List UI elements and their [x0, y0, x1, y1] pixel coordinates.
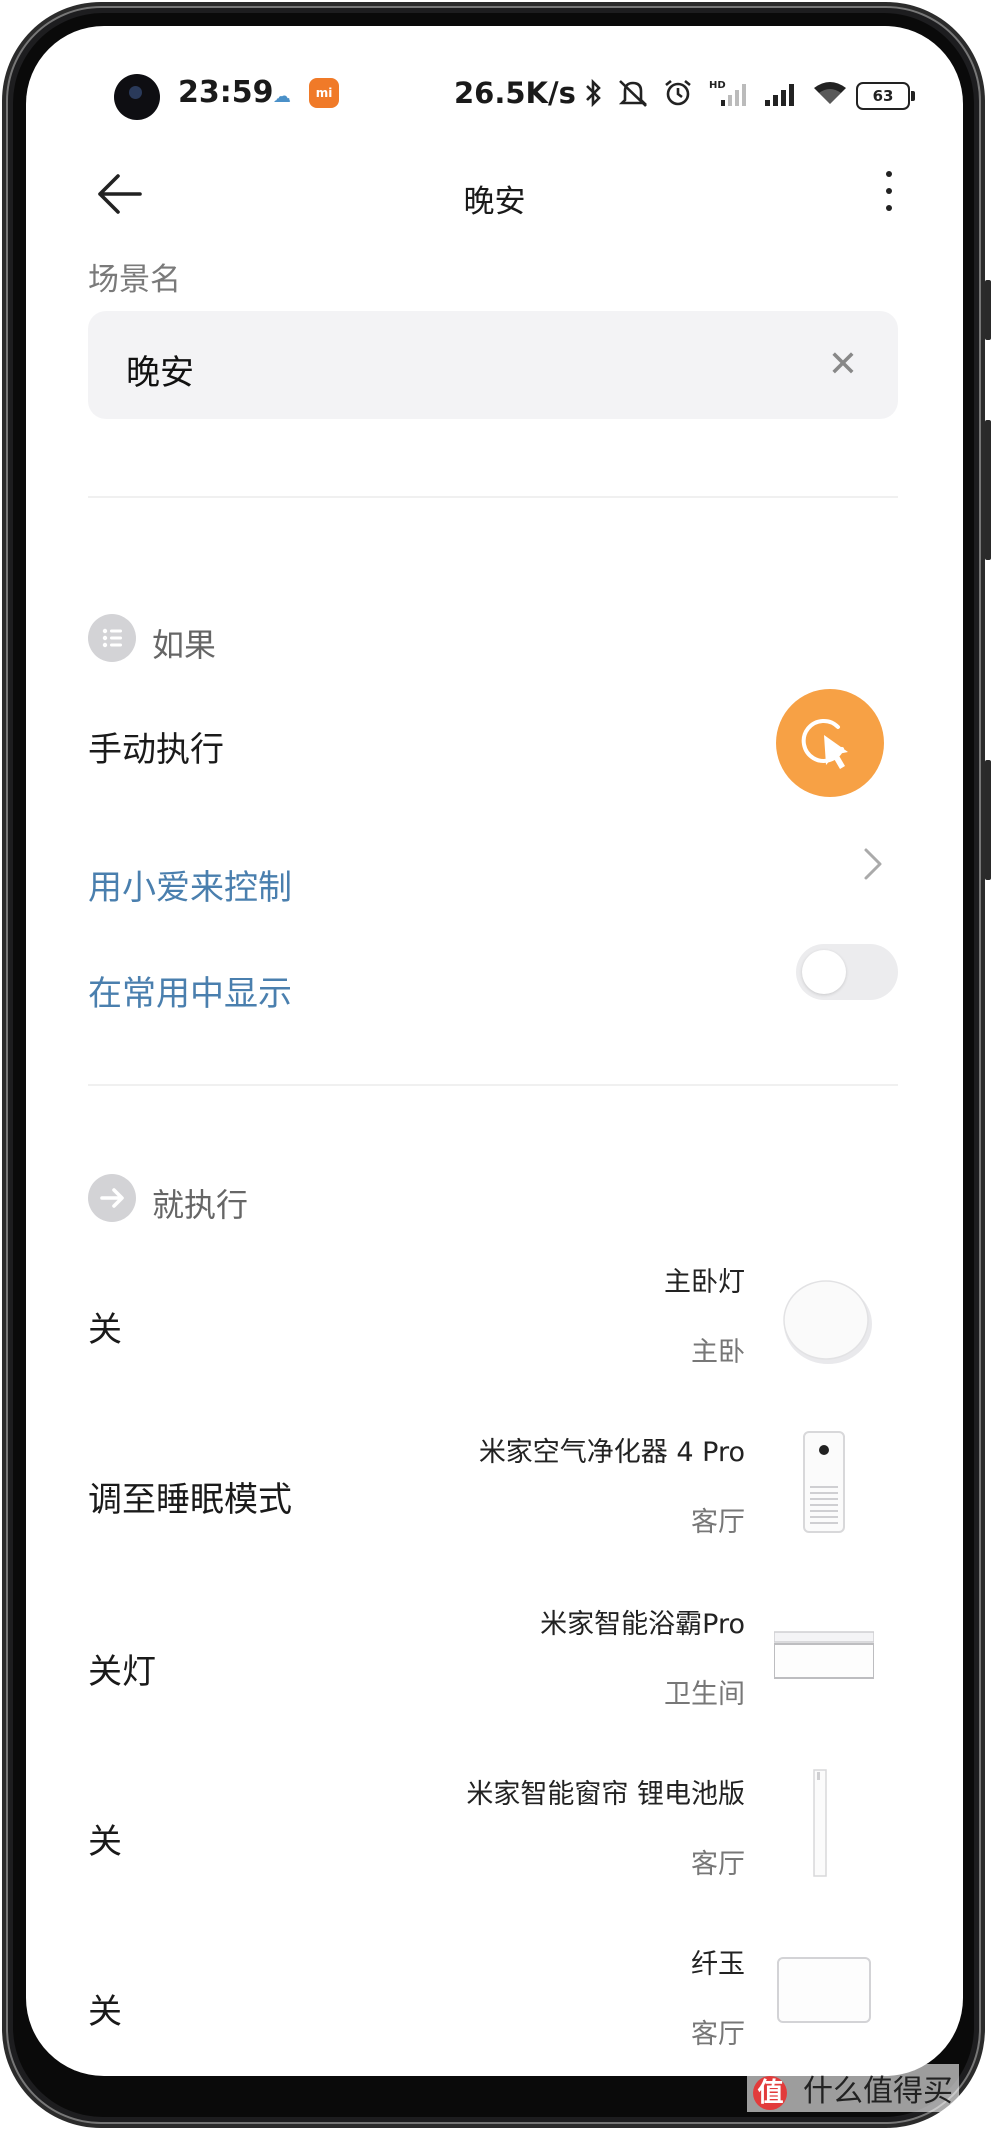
watermark-badge: 值	[753, 2075, 788, 2110]
device-room: 主卧	[691, 1337, 745, 1368]
device-room: 客厅	[691, 1507, 745, 1538]
battery-icon: 63	[856, 82, 915, 110]
scene-name-input[interactable]: 晚安 ✕	[88, 311, 898, 419]
action-label: 关	[88, 1992, 122, 2032]
round-light-icon	[774, 1266, 874, 1376]
action-row[interactable]: 关 米家智能窗帘 锂电池版 客厅	[26, 1768, 963, 1938]
device-name: 米家智能浴霸Pro	[540, 1609, 745, 1640]
action-label: 关	[88, 1822, 122, 1862]
side-button	[985, 280, 991, 340]
side-button	[985, 760, 991, 880]
status-time: 23:59	[178, 75, 274, 110]
bluetooth-icon	[584, 78, 604, 108]
alarm-icon	[662, 78, 694, 108]
list-icon	[88, 614, 136, 662]
action-label: 调至睡眠模式	[88, 1480, 292, 1520]
wifi-icon	[810, 78, 850, 108]
cloud-icon: ☁	[273, 86, 291, 107]
action-label: 关灯	[88, 1652, 156, 1692]
clear-icon[interactable]: ✕	[828, 345, 858, 385]
show-in-common-label: 在常用中显示	[88, 974, 292, 1014]
action-label: 关	[88, 1310, 122, 1350]
mute-icon	[616, 78, 650, 108]
action-row[interactable]: 关 主卧灯 主卧	[26, 1256, 963, 1426]
network-speed: 26.5K/s	[454, 76, 576, 110]
watermark-text: 什么值得买	[803, 2074, 953, 2109]
phone-photo: 23:59 ☁ mi 26.5K/s HD 63 晚安 场景名 晚安 ✕ 如果 …	[0, 0, 991, 2130]
side-button	[985, 420, 991, 560]
page-title: 晚安	[463, 184, 526, 220]
divider	[88, 1084, 898, 1086]
device-room: 客厅	[691, 1849, 745, 1880]
divider	[88, 496, 898, 498]
svg-text:HD: HD	[709, 80, 726, 91]
front-camera	[114, 74, 160, 120]
chevron-right-icon[interactable]	[852, 844, 892, 884]
then-section-title: 就执行	[152, 1186, 249, 1224]
air-purifier-icon	[774, 1426, 874, 1536]
curtain-icon	[774, 1768, 874, 1878]
device-room: 客厅	[691, 2019, 745, 2050]
action-row[interactable]: 调至睡眠模式 米家空气净化器 4 Pro 客厅	[26, 1426, 963, 1596]
more-vertical-icon[interactable]	[874, 161, 904, 221]
action-row[interactable]: 关灯 米家智能浴霸Pro 卫生间	[26, 1598, 963, 1768]
scene-name-label: 场景名	[88, 262, 181, 298]
device-room: 卫生间	[664, 1679, 745, 1710]
bath-heater-icon	[773, 1598, 875, 1708]
signal-icon	[762, 78, 802, 108]
device-name: 纤玉	[691, 1949, 745, 1980]
action-row[interactable]: 关 纤玉 客厅	[26, 1938, 963, 2076]
watermark: 值 什么值得买	[747, 2064, 959, 2112]
tap-cursor-icon[interactable]	[776, 689, 884, 797]
hd-signal-icon: HD	[709, 78, 749, 108]
device-name: 米家智能窗帘 锂电池版	[466, 1779, 745, 1810]
status-bar: 23:59 ☁ mi 26.5K/s HD 63	[26, 26, 963, 126]
show-in-common-toggle[interactable]	[796, 944, 898, 1000]
scene-name-value: 晚安	[126, 353, 194, 393]
arrow-right-icon	[88, 1174, 136, 1222]
device-name: 主卧灯	[664, 1267, 745, 1298]
panel-icon	[774, 1938, 874, 2048]
mi-app-icon: mi	[309, 78, 339, 108]
device-name: 米家空气净化器 4 Pro	[478, 1437, 745, 1468]
manual-trigger-label: 手动执行	[88, 730, 224, 770]
if-section-title: 如果	[152, 626, 217, 664]
xiaoai-control-link[interactable]: 用小爱来控制	[88, 860, 292, 909]
app-screen: 23:59 ☁ mi 26.5K/s HD 63 晚安 场景名 晚安 ✕ 如果 …	[26, 26, 963, 2076]
